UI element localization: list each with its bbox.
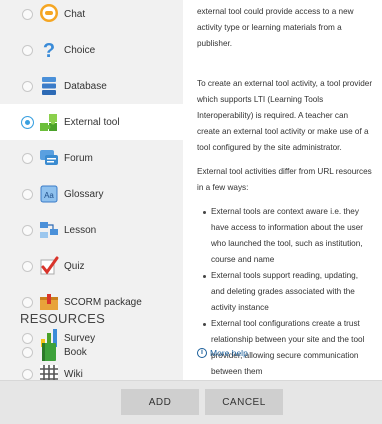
description-bullet: External tools support reading, updating… — [203, 268, 379, 316]
activity-label: Chat — [64, 8, 86, 20]
resource-label: Book — [64, 346, 87, 358]
puzzle-piece-icon — [38, 111, 60, 133]
activity-chooser-dialog: RESOURCES Chat? Choice Database External to… — [0, 0, 382, 424]
activity-label: Glossary — [64, 188, 104, 200]
activity-list: RESOURCES Chat? Choice Database External to… — [0, 0, 183, 380]
activity-item[interactable]: Chat — [0, 0, 183, 32]
cancel-button[interactable]: CANCEL — [205, 389, 283, 415]
radio-button[interactable] — [22, 152, 33, 164]
activity-label: Lesson — [64, 224, 97, 236]
activity-label: Forum — [64, 152, 93, 164]
radio-button[interactable] — [22, 260, 33, 272]
resource-item[interactable]: Book — [0, 334, 183, 370]
activity-item[interactable]: Forum — [0, 140, 183, 176]
activity-item[interactable]: External tool — [0, 104, 183, 140]
radio-button[interactable] — [22, 188, 33, 200]
svg-text:Aa: Aa — [44, 191, 54, 200]
radio-button[interactable] — [21, 115, 34, 129]
activity-description: external tool could provide access to a … — [192, 0, 382, 380]
more-help-label: More help — [210, 348, 248, 358]
activity-item[interactable]: Database — [0, 68, 183, 104]
checkmark-icon — [38, 255, 60, 277]
activity-item[interactable]: Quiz — [0, 248, 183, 284]
activity-item[interactable]: Lesson — [0, 212, 183, 248]
add-button[interactable]: ADD — [121, 389, 199, 415]
activity-label: Choice — [64, 44, 96, 56]
scorm-package-icon — [38, 291, 60, 313]
svg-text:?: ? — [43, 40, 55, 61]
description-paragraph-3: External tool activities differ from URL… — [197, 167, 372, 192]
database-icon — [38, 75, 60, 97]
activity-label: External tool — [64, 116, 120, 128]
question-mark-icon: ? — [38, 39, 60, 62]
description-paragraph-2: To create an external tool activity, a t… — [197, 79, 373, 152]
glossary-icon: Aa — [38, 183, 60, 205]
radio-button[interactable] — [22, 346, 33, 358]
activity-label: Quiz — [64, 260, 85, 272]
dialog-footer: ADD CANCEL — [0, 380, 382, 424]
forum-icon — [38, 147, 60, 169]
activity-label: Database — [64, 80, 107, 92]
description-intro: external tool could provide access to a … — [197, 7, 354, 48]
activity-item[interactable]: ? Choice — [0, 32, 183, 68]
activity-item[interactable]: SCORM package — [0, 284, 183, 320]
book-icon — [38, 341, 60, 363]
activity-item[interactable]: Aa Glossary — [0, 176, 183, 212]
radio-button[interactable] — [22, 368, 33, 380]
help-icon: i — [197, 348, 207, 358]
more-help-link[interactable]: i More help — [197, 345, 248, 361]
radio-button[interactable] — [22, 44, 33, 56]
radio-button[interactable] — [22, 80, 33, 92]
lesson-icon — [38, 219, 60, 241]
radio-button[interactable] — [22, 296, 33, 308]
chat-icon — [38, 3, 60, 25]
activity-label: Wiki — [64, 368, 83, 380]
description-bullet: External tools are context aware i.e. th… — [203, 204, 379, 268]
activity-label: SCORM package — [64, 296, 142, 308]
radio-button[interactable] — [22, 8, 33, 20]
radio-button[interactable] — [22, 224, 33, 236]
